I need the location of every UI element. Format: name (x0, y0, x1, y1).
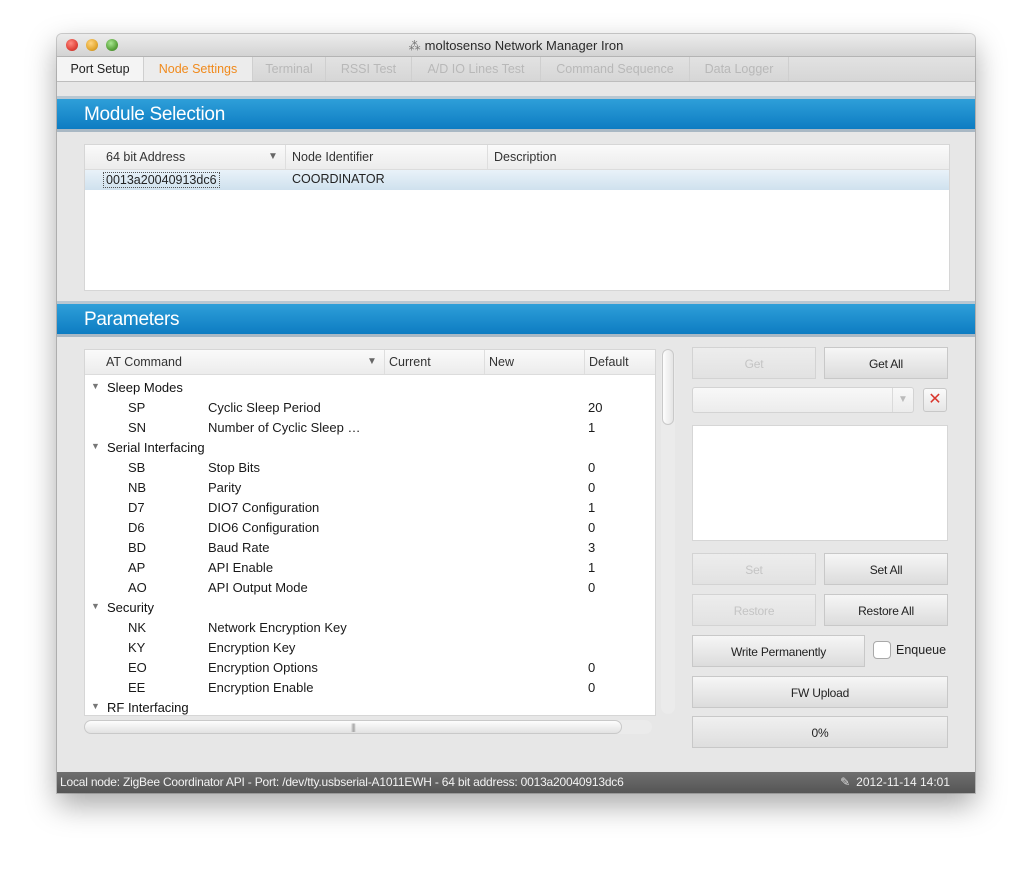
enqueue-checkbox[interactable] (873, 641, 891, 659)
column-at-command[interactable]: AT Command ▼ (85, 350, 385, 374)
table-row[interactable]: D6 DIO6 Configuration 0 (85, 518, 655, 538)
parameter-description-area[interactable] (692, 425, 948, 541)
tab-node-settings[interactable]: Node Settings (144, 57, 253, 81)
disclosure-triangle-icon[interactable]: ▼ (91, 601, 100, 611)
value-combobox[interactable]: ▼ (692, 387, 914, 413)
table-row[interactable]: AO API Output Mode 0 (85, 578, 655, 598)
table-row[interactable]: SB Stop Bits 0 (85, 458, 655, 478)
module-table: 64 bit Address ▼ Node Identifier Descrip… (84, 144, 950, 291)
get-button[interactable]: Get (692, 347, 816, 379)
table-row[interactable]: 0013a20040913dc6 COORDINATOR (85, 170, 949, 190)
tab-terminal[interactable]: Terminal (253, 57, 326, 81)
parameters-title: Parameters (84, 309, 180, 330)
set-button[interactable]: Set (692, 553, 816, 585)
tab-data-logger[interactable]: Data Logger (690, 57, 789, 81)
group-row[interactable]: ▼ Serial Interfacing (85, 438, 655, 458)
title-bar: ⁂ moltosenso Network Manager Iron (57, 34, 975, 57)
column-default[interactable]: Default (585, 350, 655, 374)
vertical-scroll-thumb[interactable] (662, 349, 674, 425)
window-title: ⁂ moltosenso Network Manager Iron (408, 38, 624, 53)
status-text: Local node: ZigBee Coordinator API - Por… (60, 775, 624, 789)
group-row[interactable]: ▼ RF Interfacing (85, 698, 655, 715)
column-64bit-address[interactable]: 64 bit Address ▼ (85, 145, 286, 169)
column-current[interactable]: Current (385, 350, 485, 374)
get-all-button[interactable]: Get All (824, 347, 948, 379)
sort-desc-icon: ▼ (367, 356, 377, 367)
tab-rssi-test[interactable]: RSSI Test (326, 57, 412, 81)
table-row[interactable]: EO Encryption Options 0 (85, 658, 655, 678)
app-window: ⁂ moltosenso Network Manager Iron Port Se… (57, 34, 975, 793)
table-row[interactable]: D7 DIO7 Configuration 1 (85, 498, 655, 518)
parameters-header: Parameters (57, 301, 975, 337)
disclosure-triangle-icon[interactable]: ▼ (91, 381, 100, 391)
node-identifier-cell: COORDINATOR (292, 172, 385, 186)
table-row[interactable]: EE Encryption Enable 0 (85, 678, 655, 698)
tab-bar: Port Setup Node Settings Terminal RSSI T… (57, 57, 975, 82)
horizontal-scroll-thumb[interactable]: ||| (84, 720, 622, 734)
table-row[interactable]: KY Encryption Key (85, 638, 655, 658)
status-bar: Local node: ZigBee Coordinator API - Por… (57, 772, 975, 793)
vertical-scrollbar[interactable] (661, 349, 675, 714)
chevron-down-icon[interactable]: ▼ (892, 388, 913, 412)
write-permanently-button[interactable]: Write Permanently (692, 635, 865, 667)
parameters-table: AT Command ▼ Current New Default ▼ Sleep… (84, 349, 656, 716)
table-row[interactable]: NK Network Encryption Key (85, 618, 655, 638)
tab-ad-io-lines-test[interactable]: A/D IO Lines Test (412, 57, 541, 81)
tab-port-setup[interactable]: Port Setup (57, 57, 144, 81)
fw-upload-button[interactable]: FW Upload (692, 676, 948, 708)
column-node-identifier[interactable]: Node Identifier (286, 145, 488, 169)
set-all-button[interactable]: Set All (824, 553, 948, 585)
status-datetime: 2012-11-14 14:01 (856, 775, 950, 789)
restore-button[interactable]: Restore (692, 594, 816, 626)
module-selection-title: Module Selection (84, 104, 225, 125)
clear-button[interactable]: ✕ (923, 388, 947, 412)
tab-command-sequence[interactable]: Command Sequence (541, 57, 690, 81)
address-cell: 0013a20040913dc6 (103, 172, 220, 188)
disclosure-triangle-icon[interactable]: ▼ (91, 441, 100, 451)
table-row[interactable]: SN Number of Cyclic Sleep … 1 (85, 418, 655, 438)
table-row[interactable]: NB Parity 0 (85, 478, 655, 498)
progress-bar: 0% (692, 716, 948, 748)
enqueue-label: Enqueue (896, 643, 947, 657)
module-table-header: 64 bit Address ▼ Node Identifier Descrip… (85, 145, 949, 170)
group-row[interactable]: ▼ Security (85, 598, 655, 618)
status-datetime-wrap: ✎ 2012-11-14 14:01 (840, 775, 950, 789)
column-new[interactable]: New (485, 350, 585, 374)
network-icon: ⁂ (408, 39, 421, 53)
restore-all-button[interactable]: Restore All (824, 594, 948, 626)
group-row[interactable]: ▼ Sleep Modes (85, 378, 655, 398)
pin-icon: ✎ (840, 775, 851, 789)
close-icon: ✕ (928, 391, 942, 408)
module-selection-header: Module Selection (57, 96, 975, 132)
table-row[interactable]: BD Baud Rate 3 (85, 538, 655, 558)
disclosure-triangle-icon[interactable]: ▼ (91, 701, 100, 711)
table-row[interactable]: AP API Enable 1 (85, 558, 655, 578)
table-row[interactable]: SP Cyclic Sleep Period 20 (85, 398, 655, 418)
sort-desc-icon: ▼ (268, 151, 278, 162)
progress-label: 0% (811, 726, 829, 740)
parameters-table-header: AT Command ▼ Current New Default (85, 350, 655, 375)
horizontal-scrollbar[interactable]: ||| (84, 720, 652, 734)
column-description[interactable]: Description (488, 145, 949, 169)
